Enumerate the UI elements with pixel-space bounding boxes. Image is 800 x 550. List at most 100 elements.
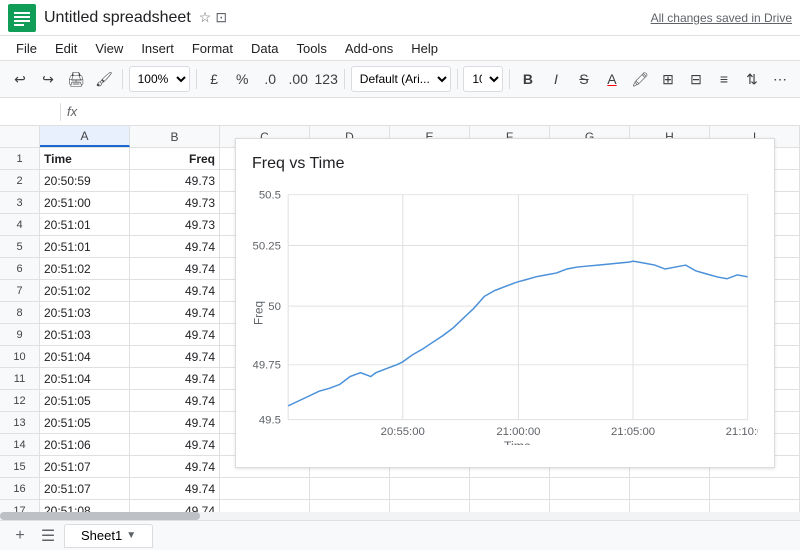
currency-button[interactable]: £ [202, 66, 226, 92]
svg-text:21:00:00: 21:00:00 [496, 426, 540, 438]
cell-b4[interactable]: 49.73 [130, 214, 220, 235]
sheet-list-button[interactable]: ☰ [36, 524, 60, 548]
cell-b13[interactable]: 49.74 [130, 412, 220, 433]
cell-a9[interactable]: 20:51:03 [40, 324, 130, 345]
cell-a8[interactable]: 20:51:03 [40, 302, 130, 323]
menu-addons[interactable]: Add-ons [337, 39, 401, 58]
text-color-button[interactable]: A [600, 66, 624, 92]
decimal-decrease-button[interactable]: .0 [258, 66, 282, 92]
sep5 [509, 69, 510, 89]
decimal-increase-button[interactable]: .00 [286, 66, 310, 92]
more-button[interactable]: ⋯ [768, 66, 792, 92]
doc-title: Untitled spreadsheet [44, 9, 191, 27]
cell-c16[interactable] [220, 478, 310, 499]
cell-f16[interactable] [470, 478, 550, 499]
menu-data[interactable]: Data [243, 39, 286, 58]
menu-file[interactable]: File [8, 39, 45, 58]
sheet-tab-sheet1[interactable]: Sheet1 ▼ [64, 524, 153, 548]
cell-b7[interactable]: 49.74 [130, 280, 220, 301]
align-button[interactable]: ≡ [712, 66, 736, 92]
cell-b12[interactable]: 49.74 [130, 390, 220, 411]
cell-a2[interactable]: 20:50:59 [40, 170, 130, 191]
row-number: 2 [0, 170, 40, 191]
star-icon[interactable]: ☆ [199, 9, 212, 26]
cell-a11[interactable]: 20:51:04 [40, 368, 130, 389]
row-number: 4 [0, 214, 40, 235]
strikethrough-button[interactable]: S [572, 66, 596, 92]
tab-bar: + ☰ Sheet1 ▼ [0, 520, 800, 550]
cell-a3[interactable]: 20:51:00 [40, 192, 130, 213]
cell-b10[interactable]: 49.74 [130, 346, 220, 367]
cell-b16[interactable]: 49.74 [130, 478, 220, 499]
menu-tools[interactable]: Tools [288, 39, 334, 58]
menu-format[interactable]: Format [184, 39, 241, 58]
borders-button[interactable]: ⊞ [656, 66, 680, 92]
cell-reference-input[interactable] [4, 104, 54, 119]
print-button[interactable]: 🖨 [64, 66, 88, 92]
cell-e16[interactable] [390, 478, 470, 499]
row-number: 9 [0, 324, 40, 345]
cell-a14[interactable]: 20:51:06 [40, 434, 130, 455]
chart-container[interactable]: Freq vs Time 50.5 50.25 50 49.75 49.5 [235, 138, 775, 468]
col-header-b[interactable]: B [130, 126, 220, 147]
svg-text:21:05:00: 21:05:00 [611, 426, 655, 438]
horizontal-scrollbar[interactable] [0, 512, 800, 520]
cell-a6[interactable]: 20:51:02 [40, 258, 130, 279]
cell-b15[interactable]: 49.74 [130, 456, 220, 477]
cell-b5[interactable]: 49.74 [130, 236, 220, 257]
cell-a10[interactable]: 20:51:04 [40, 346, 130, 367]
cell-a4[interactable]: 20:51:01 [40, 214, 130, 235]
number-format-button[interactable]: 123 [314, 66, 338, 92]
svg-text:50: 50 [268, 301, 281, 313]
formula-separator [60, 103, 61, 121]
cell-b8[interactable]: 49.74 [130, 302, 220, 323]
cell-a12[interactable]: 20:51:05 [40, 390, 130, 411]
svg-text:20:55:00: 20:55:00 [381, 426, 425, 438]
undo-button[interactable]: ↩ [8, 66, 32, 92]
table-row[interactable]: 16 20:51:07 49.74 [0, 478, 800, 500]
cell-b1[interactable]: Freq [130, 148, 220, 169]
scrollbar-thumb[interactable] [0, 512, 200, 520]
cell-a15[interactable]: 20:51:07 [40, 456, 130, 477]
italic-button[interactable]: I [544, 66, 568, 92]
col-header-a[interactable]: A [40, 126, 130, 147]
drive-icon[interactable]: ⊡ [215, 9, 227, 26]
percent-button[interactable]: % [230, 66, 254, 92]
row-number: 3 [0, 192, 40, 213]
paint-format-button[interactable]: 🖌 [92, 66, 116, 92]
cell-a13[interactable]: 20:51:05 [40, 412, 130, 433]
cell-b6[interactable]: 49.74 [130, 258, 220, 279]
menu-help[interactable]: Help [403, 39, 446, 58]
menu-insert[interactable]: Insert [133, 39, 182, 58]
sheet-tab-dropdown-icon[interactable]: ▼ [126, 530, 136, 541]
cell-i16[interactable] [710, 478, 800, 499]
cell-a1[interactable]: Time [40, 148, 130, 169]
valign-button[interactable]: ⇅ [740, 66, 764, 92]
cell-b3[interactable]: 49.73 [130, 192, 220, 213]
cell-a7[interactable]: 20:51:02 [40, 280, 130, 301]
highlight-button[interactable]: 🖍 [628, 66, 652, 92]
cell-b9[interactable]: 49.74 [130, 324, 220, 345]
row-number: 5 [0, 236, 40, 257]
cell-g16[interactable] [550, 478, 630, 499]
merge-cells-button[interactable]: ⊟ [684, 66, 708, 92]
corner-header [0, 126, 40, 147]
menu-edit[interactable]: Edit [47, 39, 85, 58]
cell-b11[interactable]: 49.74 [130, 368, 220, 389]
font-size-select[interactable]: 10 [463, 66, 503, 92]
add-sheet-button[interactable]: + [8, 524, 32, 548]
formula-input[interactable] [83, 104, 796, 119]
cell-d16[interactable] [310, 478, 390, 499]
bold-button[interactable]: B [516, 66, 540, 92]
redo-button[interactable]: ↪ [36, 66, 60, 92]
font-select[interactable]: Default (Ari... [351, 66, 451, 92]
cell-a5[interactable]: 20:51:01 [40, 236, 130, 257]
cell-a16[interactable]: 20:51:07 [40, 478, 130, 499]
cell-b2[interactable]: 49.73 [130, 170, 220, 191]
cell-b14[interactable]: 49.74 [130, 434, 220, 455]
row-number: 7 [0, 280, 40, 301]
cell-h16[interactable] [630, 478, 710, 499]
zoom-select[interactable]: 100% [129, 66, 190, 92]
svg-text:50.5: 50.5 [259, 190, 281, 202]
menu-view[interactable]: View [87, 39, 131, 58]
